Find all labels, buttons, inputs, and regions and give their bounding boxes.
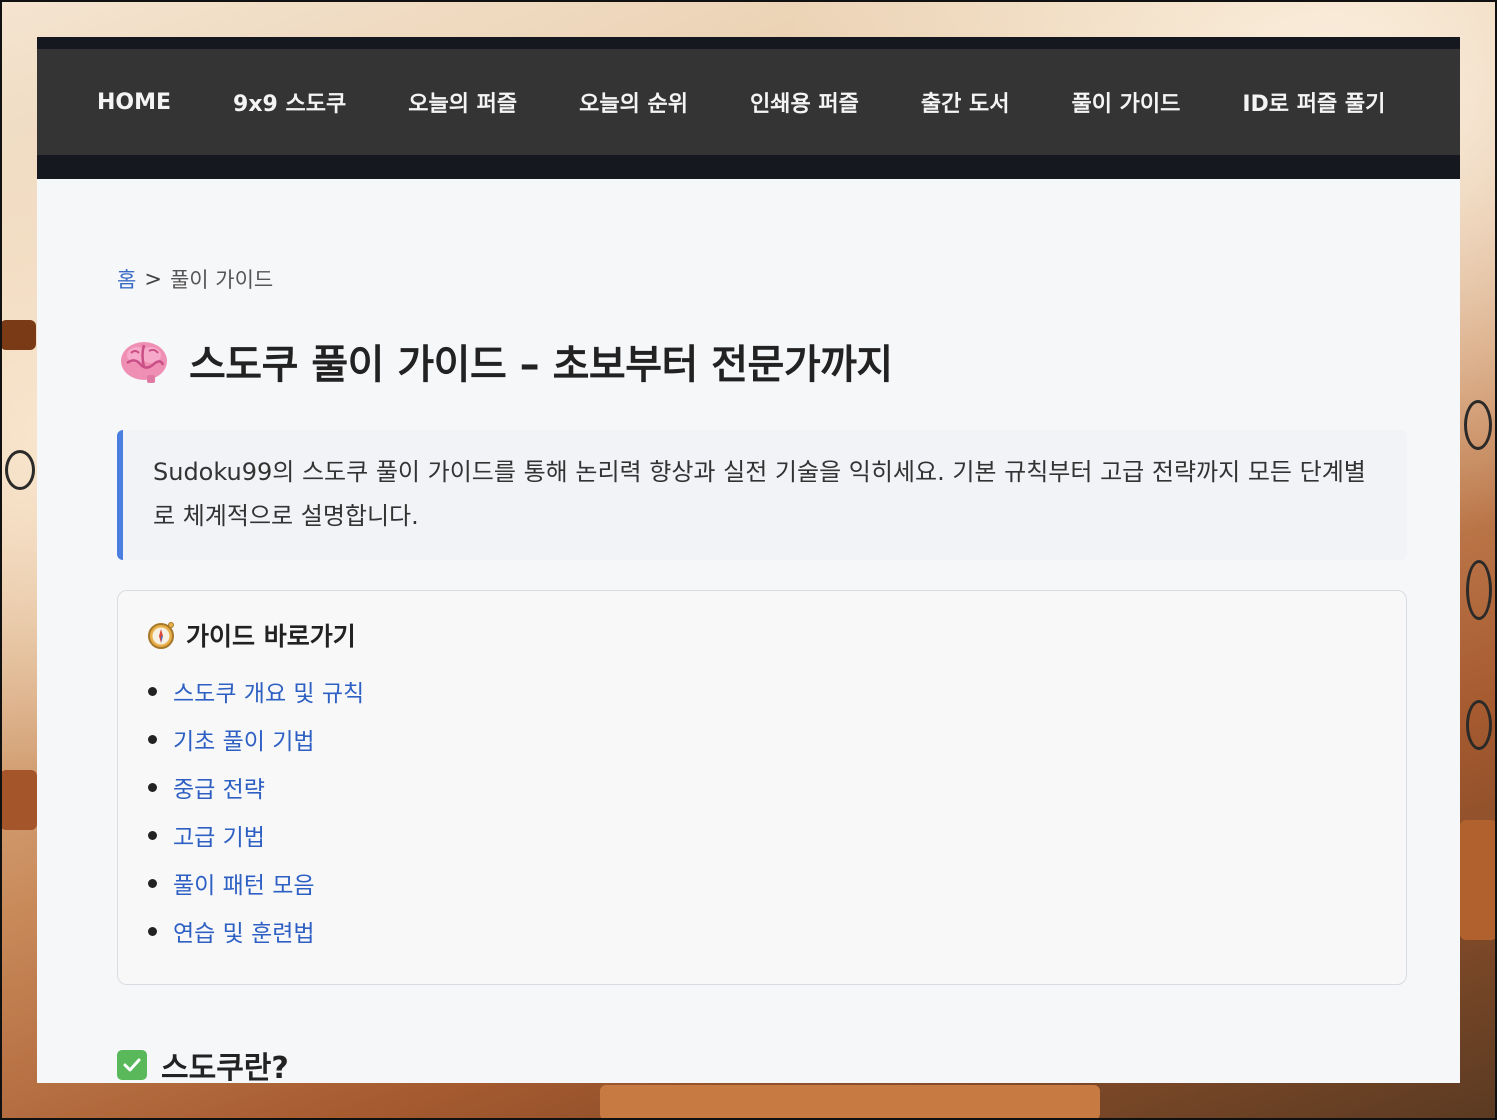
toc-item: 풀이 패턴 모음 (146, 859, 1378, 907)
bullet-icon (148, 782, 157, 792)
toc-link-overview[interactable]: 스도쿠 개요 및 규칙 (173, 674, 364, 708)
intro-callout: Sudoku99의 스도쿠 풀이 가이드를 통해 논리력 향상과 실전 기술을 … (117, 430, 1407, 560)
toc-link-intermediate[interactable]: 중급 전략 (173, 770, 265, 804)
toc-item: 스도쿠 개요 및 규칙 (146, 667, 1378, 715)
compass-icon (146, 620, 176, 650)
nav-home[interactable]: HOME (97, 90, 171, 115)
brain-icon (117, 337, 171, 385)
bullet-icon (148, 926, 157, 936)
bullet-icon (148, 830, 157, 840)
breadcrumb-home-link[interactable]: 홈 (117, 264, 136, 294)
nav-printable-puzzle[interactable]: 인쇄용 퍼즐 (750, 86, 859, 118)
section-heading: 스도쿠란? (161, 1051, 289, 1083)
nav-published-books[interactable]: 출간 도서 (921, 86, 1010, 118)
breadcrumb: 홈 > 풀이 가이드 (117, 264, 1407, 294)
toc-item: 연습 및 훈련법 (146, 907, 1378, 955)
page-container: HOME 9x9 스도쿠 오늘의 퍼즐 오늘의 순위 인쇄용 퍼즐 출간 도서 … (37, 37, 1460, 1083)
toc-link-basic[interactable]: 기초 풀이 기법 (173, 722, 315, 756)
check-icon (117, 1050, 147, 1080)
toc-link-practice[interactable]: 연습 및 훈련법 (173, 914, 315, 948)
breadcrumb-current: 풀이 가이드 (169, 268, 274, 292)
site-header: HOME 9x9 스도쿠 오늘의 퍼즐 오늘의 순위 인쇄용 퍼즐 출간 도서 … (37, 37, 1460, 179)
main-nav: HOME 9x9 스도쿠 오늘의 퍼즐 오늘의 순위 인쇄용 퍼즐 출간 도서 … (37, 49, 1460, 155)
toc-item: 중급 전략 (146, 763, 1378, 811)
toc-item: 기초 풀이 기법 (146, 715, 1378, 763)
nav-solve-by-id[interactable]: ID로 퍼즐 풀기 (1242, 86, 1385, 118)
toc-item: 고급 기법 (146, 811, 1378, 859)
main-content: 홈 > 풀이 가이드 스도쿠 풀이 가이드 – 초보부터 전문가까지 Sudok… (117, 179, 1407, 1083)
toc-link-advanced[interactable]: 고급 기법 (173, 818, 265, 852)
nav-solving-guide[interactable]: 풀이 가이드 (1071, 86, 1180, 118)
toc-header: 가이드 바로가기 (146, 617, 1378, 653)
guide-toc: 가이드 바로가기 스도쿠 개요 및 규칙 기초 풀이 기법 중급 전략 고급 기… (117, 590, 1407, 985)
toc-link-patterns[interactable]: 풀이 패턴 모음 (173, 866, 315, 900)
bullet-icon (148, 686, 157, 696)
breadcrumb-separator: > (144, 267, 162, 291)
toc-list: 스도쿠 개요 및 규칙 기초 풀이 기법 중급 전략 고급 기법 풀이 패턴 모… (146, 667, 1378, 955)
page-title-row: 스도쿠 풀이 가이드 – 초보부터 전문가까지 (117, 332, 1407, 390)
nav-9x9-sudoku[interactable]: 9x9 스도쿠 (233, 86, 346, 118)
page-title: 스도쿠 풀이 가이드 – 초보부터 전문가까지 (189, 342, 893, 388)
toc-heading: 가이드 바로가기 (186, 622, 356, 651)
nav-today-puzzle[interactable]: 오늘의 퍼즐 (408, 86, 517, 118)
section-header: 스도쿠란? (117, 1043, 1407, 1083)
bullet-icon (148, 878, 157, 888)
nav-today-ranking[interactable]: 오늘의 순위 (579, 86, 688, 118)
bullet-icon (148, 734, 157, 744)
